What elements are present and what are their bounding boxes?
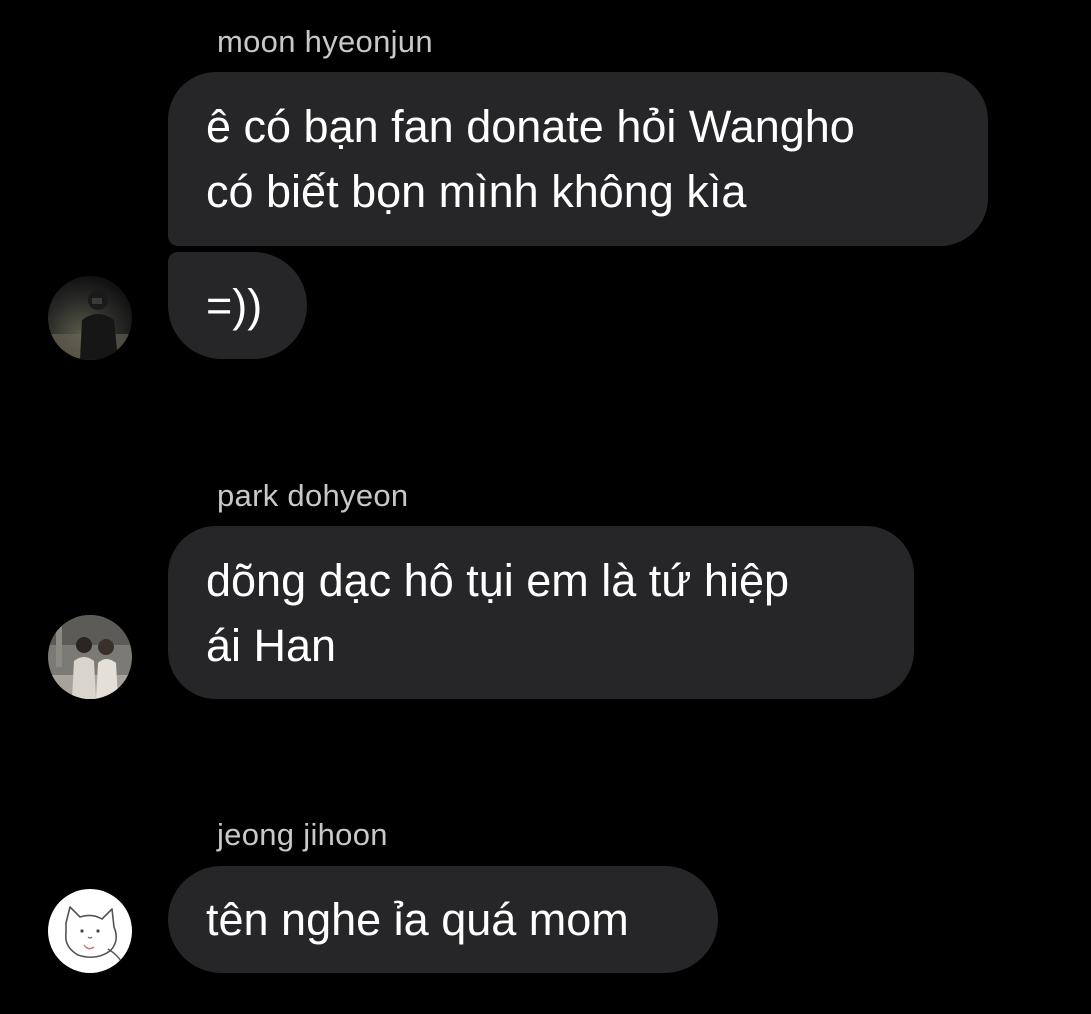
message-bubble[interactable]: dõng dạc hô tụi em là tứ hiệp ái Han (168, 526, 914, 699)
message-line: ái Han (206, 620, 337, 671)
message-bubble[interactable]: tên nghe ỉa quá mom (168, 866, 718, 973)
message-line: tên nghe ỉa quá mom (206, 894, 629, 945)
sender-name: jeong jihoon (217, 817, 388, 852)
two-people-photo-avatar-icon[interactable] (48, 615, 132, 699)
message-line: ê có bạn fan donate hỏi Wangho (206, 101, 855, 152)
sender-name: park dohyeon (217, 478, 409, 513)
message-bubble[interactable]: =)) (168, 252, 307, 359)
white-cat-doodle-avatar-icon[interactable] (48, 889, 132, 973)
message-line: dõng dạc hô tụi em là tứ hiệp (206, 555, 790, 606)
sender-name: moon hyeonjun (217, 24, 433, 59)
dark-silhouette-photo-avatar-icon[interactable] (48, 276, 132, 360)
message-line: có biết bọn mình không kìa (206, 166, 747, 217)
message-line: =)) (206, 280, 263, 331)
message-bubble[interactable]: ê có bạn fan donate hỏi Wangho có biết b… (168, 72, 988, 246)
